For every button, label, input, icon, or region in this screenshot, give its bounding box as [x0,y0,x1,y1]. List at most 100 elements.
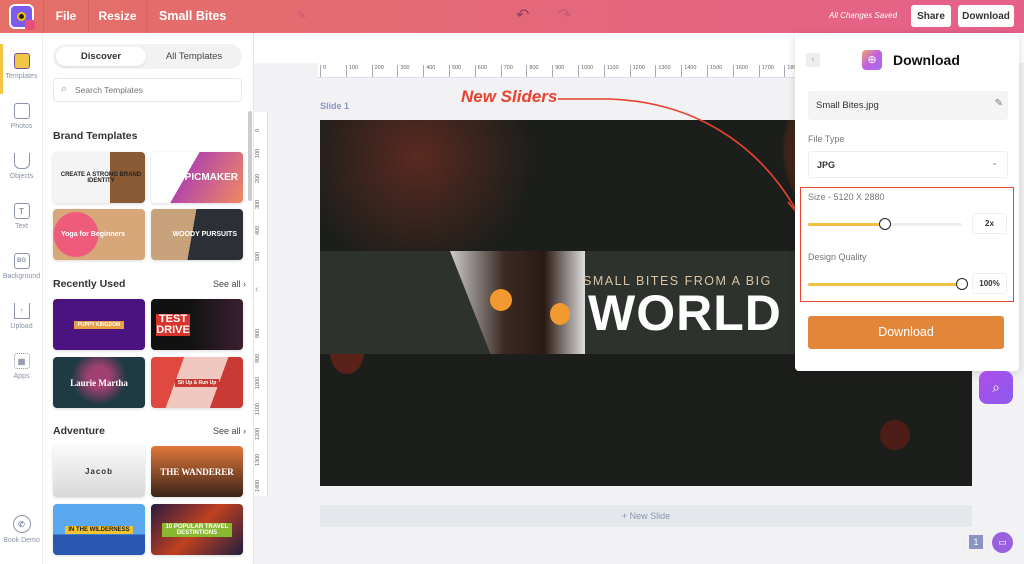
template-thumbnail[interactable]: Sit Up & Run Up [151,357,243,408]
ruler-tick-label: 900 [552,65,564,77]
tab-all-templates[interactable]: All Templates [149,47,239,66]
see-all-label: See all [213,279,241,289]
thumb-text: 10 POPULAR TRAVEL DESTINTIONS [162,522,232,537]
quality-value[interactable]: 100% [972,273,1007,294]
ruler-tick-label: 1000 [578,65,593,77]
ruler-tick-label: 500 [449,65,461,77]
rail-label: Objects [9,173,34,180]
ruler-tick-label: 500 [255,251,261,261]
annotation-label: New Sliders [461,87,558,106]
see-all-label: See all [213,426,241,436]
rail-item-upload[interactable]: ↑ Upload [0,303,43,347]
file-menu[interactable]: File [44,0,89,33]
ruler-tick-label: 1600 [732,65,748,77]
rail-item-apps[interactable]: ▦ Apps [0,353,43,397]
template-thumbnail[interactable]: Jacob [53,446,145,497]
document-title[interactable]: Small Bites [159,0,226,33]
tab-switcher: Discover All Templates [53,44,242,69]
download-button[interactable]: Download [958,5,1014,27]
rename-pencil-icon[interactable]: ✎ [297,9,306,22]
search-templates[interactable]: ⌕ [53,78,242,102]
rail-label: Upload [10,323,33,330]
download-icon: ⊕ [862,50,882,70]
ruler-tick-label: 1100 [603,65,619,77]
phone-icon: ✆ [12,515,31,533]
app-logo[interactable] [9,4,35,30]
chat-button[interactable]: ▭ [992,532,1013,553]
resize-menu[interactable]: Resize [89,0,147,33]
redo-icon[interactable]: ↷ [558,5,571,25]
ruler-tick-label: 1000 [255,376,261,389]
quality-slider[interactable] [808,283,962,286]
image-search-button[interactable]: ⌕ [979,371,1013,404]
search-input[interactable] [75,82,235,98]
template-thumbnail[interactable]: TEST DRIVE [151,299,243,350]
apps-icon: ▦ [13,353,30,369]
ruler-tick-label: 1400 [255,479,261,492]
ruler-tick-label: 0 [255,128,261,132]
template-thumbnail[interactable]: PICMAKER [151,152,243,203]
edit-pencil-icon[interactable]: ✎ [995,98,1003,109]
ruler-tick-label: 1200 [255,428,261,441]
ruler-tick-label: 1100 [255,402,261,415]
ruler-tick-label: 700 [500,65,513,77]
thumb-text: PUPPY KINGDOM [73,320,125,329]
see-all-adventure[interactable]: See all › [213,426,246,436]
slide-label: Slide 1 [320,101,350,111]
template-thumbnail[interactable]: CREATE A STRONG BRAND IDENTITY [53,152,145,203]
file-type-label: File Type [808,134,845,144]
ruler-tick-label: 300 [255,199,261,210]
template-thumbnail[interactable]: WOODY PURSUITS [151,209,243,260]
quality-slider-handle[interactable] [956,278,968,290]
ruler-tick-label: 800 [526,65,539,77]
save-status: All Changes Saved [829,11,898,20]
ruler-tick-label: 800 [255,328,261,338]
template-thumbnail[interactable]: IN THE WILDERNESS [53,504,145,555]
templates-icon [13,53,30,69]
template-thumbnail[interactable]: THE WANDERER [151,446,243,497]
rail-item-text[interactable]: T Text [0,203,43,247]
file-type-select[interactable]: JPG ⌄ [808,151,1008,178]
rail-item-objects[interactable]: Objects [0,153,43,197]
download-panel: ‹ ⊕ Download Small Bites.jpg ✎ File Type… [795,33,1019,371]
page-count-button[interactable]: 1 [964,530,988,555]
panel-title: Download [893,52,960,68]
rail-label: Photos [10,123,33,130]
template-thumbnail[interactable]: PUPPY KINGDOM [53,299,145,350]
objects-icon [13,153,30,169]
download-submit-button[interactable]: Download [808,316,1004,349]
book-demo-button[interactable]: ✆ Book Demo [0,515,43,559]
collapse-panel-chevron[interactable]: ‹ [255,284,258,295]
template-thumbnail[interactable]: 10 POPULAR TRAVEL DESTINTIONS [151,504,243,555]
new-slide-button[interactable]: + New Slide [320,505,972,527]
size-value[interactable]: 2x [972,213,1007,234]
tab-discover[interactable]: Discover [56,47,146,66]
size-slider-fill [808,223,885,226]
upload-icon: ↑ [13,303,30,319]
annotation-arrow [558,98,800,217]
chat-icon: ▭ [998,537,1007,547]
template-thumbnail[interactable]: Laurie Martha [53,357,145,408]
strawberry-decoration [880,420,910,450]
panel-scrollbar[interactable] [248,111,252,201]
section-title: Adventure [53,425,105,437]
rail-item-background[interactable]: BG Background [0,253,43,297]
thumb-text: Sit Up & Run Up [174,378,220,387]
photos-icon [13,103,30,119]
ruler-tick-label: 1300 [655,65,671,77]
ruler-tick-label: 900 [255,354,261,364]
back-button[interactable]: ‹ [806,53,820,67]
file-name-field[interactable]: Small Bites.jpg ✎ [808,91,1008,120]
see-all-recently-used[interactable]: See all › [213,279,246,289]
ruler-tick-label: 400 [255,225,261,235]
size-slider-handle[interactable] [879,218,891,230]
thumb-text: TEST DRIVE [156,312,190,336]
rail-label: Background [2,273,41,280]
rail-item-templates[interactable]: Templates [0,53,43,97]
search-icon: ⌕ [61,83,68,95]
undo-icon[interactable]: ↶ [516,5,529,25]
section-title: Recently Used [53,278,126,290]
rail-item-photos[interactable]: Photos [0,103,43,147]
share-button[interactable]: Share [911,5,951,27]
template-thumbnail[interactable]: Yoga for Beginners [53,209,145,260]
